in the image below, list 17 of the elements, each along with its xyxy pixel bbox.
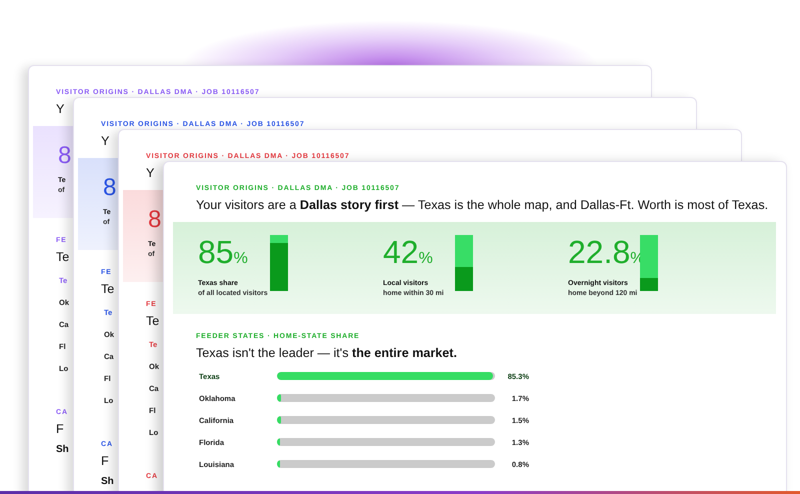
stat-value: 8 <box>103 173 116 203</box>
stat-value: 85% <box>198 235 248 272</box>
headline: Y <box>101 133 110 150</box>
headline: Your visitors are a Dallas story first — Texas is the whole map, and Dallas-Ft. Worth is most of Texas. <box>196 197 768 214</box>
stat-value: 42% <box>383 235 433 272</box>
section-title: Te <box>146 313 160 330</box>
section-title: Te <box>56 249 70 266</box>
section-title: Te <box>101 281 114 298</box>
section-subtitle: Sh <box>101 476 114 487</box>
section-title: F <box>56 421 64 438</box>
headline: Y <box>56 101 64 118</box>
section-subtitle: Sh <box>56 444 69 455</box>
section-title: Texas isn't the leader — it's the entire market. <box>196 345 458 362</box>
stat-value: 8 <box>148 205 162 235</box>
stat-value: 8 <box>58 141 72 171</box>
section-title: F <box>101 453 109 470</box>
headline: Y <box>146 165 154 182</box>
